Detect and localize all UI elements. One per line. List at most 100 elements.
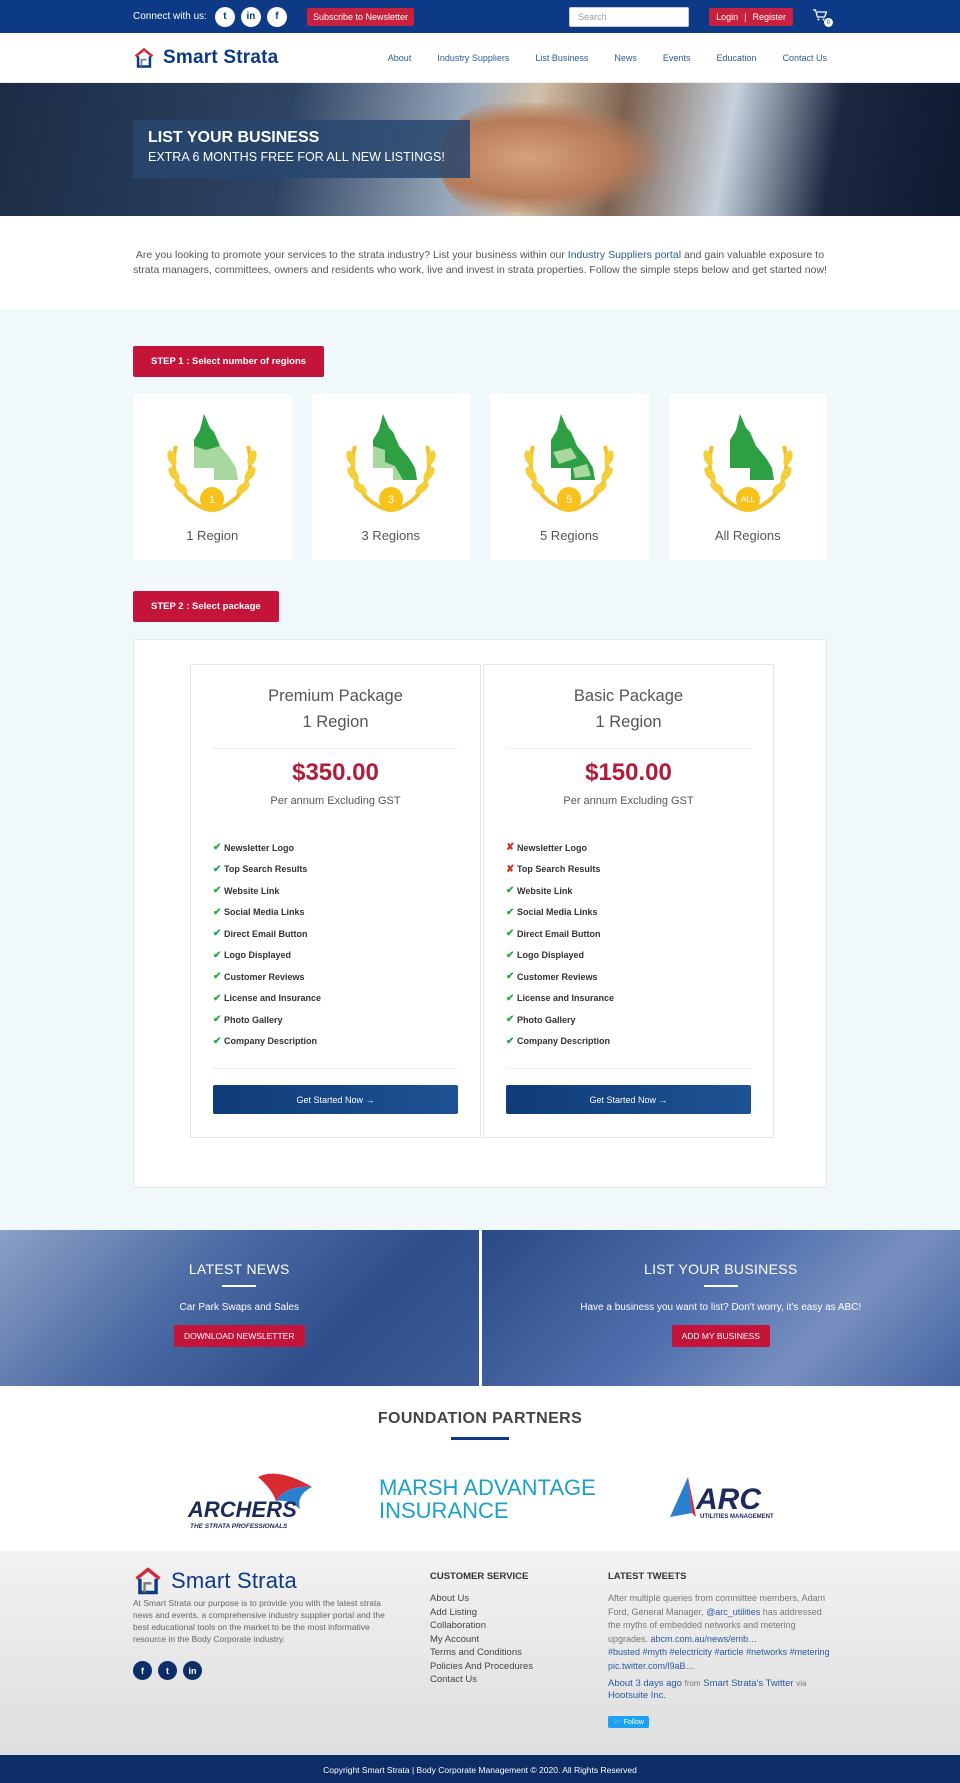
latest-news-panel: LATEST NEWS Car Park Swaps and Sales DOW… [0, 1230, 479, 1386]
check-icon: ✔ [506, 906, 515, 918]
tweet-from: from [684, 1679, 701, 1688]
register-link[interactable]: Register [752, 12, 786, 22]
feature-item: ✔ Newsletter Logo [213, 837, 458, 859]
nav-about[interactable]: About [388, 53, 412, 63]
feature-label: Logo Displayed [517, 950, 585, 961]
tweet-mention-link[interactable]: @arc_utilities [706, 1607, 760, 1617]
top-bar: Connect with us: t in f Subscribe to New… [0, 0, 960, 33]
twitter-follow-button[interactable]: 🐦 Follow [608, 1716, 649, 1728]
marsh-advantage-logo[interactable]: MARSH ADVANTAGE INSURANCE [377, 1473, 603, 1523]
twitter-icon[interactable]: t [214, 6, 235, 27]
footer-link-add-listing[interactable]: Add Listing [430, 1606, 580, 1620]
facebook-icon[interactable]: f [133, 1661, 152, 1680]
premium-get-started-button[interactable]: Get Started Now → [213, 1085, 458, 1114]
site-footer: Smart Strata At Smart Strata our purpose… [0, 1551, 960, 1755]
feature-item: ✔ Direct Email Button [506, 923, 751, 945]
check-icon: ✔ [506, 1014, 515, 1026]
footer-link-about-us[interactable]: About Us [430, 1592, 580, 1606]
region-label: All Regions [714, 528, 781, 543]
package-region: 1 Region [595, 713, 662, 731]
feature-item: ✔ Logo Displayed [506, 945, 751, 967]
tweet-client-link[interactable]: Hootsuite Inc. [608, 1690, 666, 1701]
cross-icon: ✘ [506, 863, 515, 875]
basic-get-started-button[interactable]: Get Started Now → [506, 1085, 751, 1114]
tweet-body: After multiple queries from committee me… [608, 1592, 830, 1673]
arc-tag: UTILITIES MANAGEMENT [700, 1514, 774, 1520]
site-logo[interactable]: Smart Strata [133, 47, 278, 69]
footer-link-collaboration[interactable]: Collaboration [430, 1619, 580, 1633]
step1-label: STEP 1 : Select number of regions [133, 346, 325, 377]
check-icon: ✔ [213, 1035, 222, 1047]
region-option-3[interactable]: 3 3 Regions [311, 394, 470, 560]
footer-link-policies[interactable]: Policies And Procedures [430, 1660, 580, 1674]
nav-contact-us[interactable]: Contact Us [782, 53, 827, 63]
nav-list-business[interactable]: List Business [535, 53, 588, 63]
feature-item: ✔ Website Link [506, 880, 751, 902]
industry-suppliers-portal-link[interactable]: Industry Suppliers portal [568, 249, 681, 261]
feature-label: Top Search Results [517, 864, 601, 875]
cross-icon: ✘ [506, 842, 515, 854]
feature-item: ✔ Website Link [213, 880, 458, 902]
feature-item: ✔ Company Description [506, 1031, 751, 1053]
feature-label: Website Link [224, 885, 280, 896]
qld-map-laurel-icon: ALL [703, 414, 793, 512]
feature-item: ✔ Company Description [213, 1031, 458, 1053]
feature-label: Direct Email Button [224, 928, 308, 939]
intro-text-a: Are you looking to promote your services… [135, 248, 568, 261]
qld-map-laurel-icon: 1 [167, 414, 257, 512]
feature-item: ✔ Photo Gallery [213, 1009, 458, 1031]
nav-industry-suppliers[interactable]: Industry Suppliers [437, 53, 509, 63]
login-link[interactable]: Login [716, 12, 738, 22]
logo-mark-icon [134, 47, 154, 68]
promo-section: LATEST NEWS Car Park Swaps and Sales DOW… [0, 1230, 960, 1386]
tweet-source-link[interactable]: Smart Strata's Twitter [703, 1678, 793, 1689]
archers-name: ARCHERS [187, 1497, 297, 1522]
region-option-1[interactable]: 1 1 Region [133, 394, 292, 560]
search-input[interactable]: Search [569, 6, 690, 27]
nav-events[interactable]: Events [663, 53, 691, 63]
download-newsletter-button[interactable]: DOWNLOAD NEWSLETTER [173, 1325, 305, 1347]
region-option-all[interactable]: ALL All Regions [668, 394, 827, 560]
footer-link-terms[interactable]: Terms and Conditions [430, 1646, 580, 1660]
twitter-icon[interactable]: t [158, 1661, 177, 1680]
region-badge: 1 [209, 494, 215, 506]
tweet-time-link[interactable]: About 3 days ago [608, 1678, 682, 1689]
region-badge: ALL [741, 495, 756, 504]
nav-news[interactable]: News [614, 53, 637, 63]
linkedin-icon[interactable]: in [240, 6, 261, 27]
logo-mark-icon [135, 1567, 161, 1595]
region-option-5[interactable]: 5 5 Regions [490, 394, 649, 560]
hero-banner: LIST YOUR BUSINESS EXTRA 6 MONTHS FREE F… [0, 83, 960, 216]
footer-link-my-account[interactable]: My Account [430, 1633, 580, 1647]
feature-label: Company Description [224, 1036, 318, 1047]
cart-icon[interactable]: 0 [813, 9, 833, 27]
check-icon: ✔ [213, 906, 222, 918]
feature-label: License and Insurance [224, 993, 322, 1004]
tweet-url-link[interactable]: abcm.com.au/news/emb… [651, 1634, 758, 1644]
marsh-line2: INSURANCE [379, 1498, 509, 1523]
footer-logo-text: Smart Strata [171, 1568, 297, 1593]
tweet-hashtags[interactable]: #busted #myth #electricity #article #net… [608, 1647, 830, 1671]
package-price: $150.00 [585, 759, 672, 786]
linkedin-icon[interactable]: in [183, 1661, 202, 1680]
check-icon: ✔ [213, 842, 222, 854]
footer-logo[interactable]: Smart Strata [133, 1567, 403, 1595]
feature-list: ✔ Newsletter Logo ✔ Top Search Results ✔ We… [213, 837, 458, 1052]
region-badge: 3 [388, 494, 394, 506]
footer-link-contact-us[interactable]: Contact Us [430, 1673, 580, 1687]
feature-item: ✔ License and Insurance [213, 988, 458, 1010]
archers-tag: THE STRATA PROFESSIONALS [190, 1523, 288, 1530]
nav-education[interactable]: Education [716, 53, 756, 63]
intro-section: Are you looking to promote your services… [0, 216, 960, 309]
arc-name: ARC [695, 1483, 762, 1516]
add-my-business-button[interactable]: ADD MY BUSINESS [671, 1325, 770, 1347]
promo-text: Car Park Swaps and Sales [179, 1302, 299, 1313]
facebook-icon[interactable]: f [266, 6, 287, 27]
archers-logo[interactable]: ARCHERS THE STRATA PROFESSIONALS [180, 1465, 320, 1531]
list-business-panel: LIST YOUR BUSINESS Have a business you w… [481, 1230, 960, 1386]
arc-logo[interactable]: ARC UTILITIES MANAGEMENT [660, 1473, 780, 1523]
feature-label: Newsletter Logo [517, 842, 588, 853]
qld-map-laurel-icon: 3 [346, 414, 436, 512]
auth-separator: | [744, 11, 747, 22]
subscribe-newsletter-button[interactable]: Subscribe to Newsletter [306, 7, 414, 26]
